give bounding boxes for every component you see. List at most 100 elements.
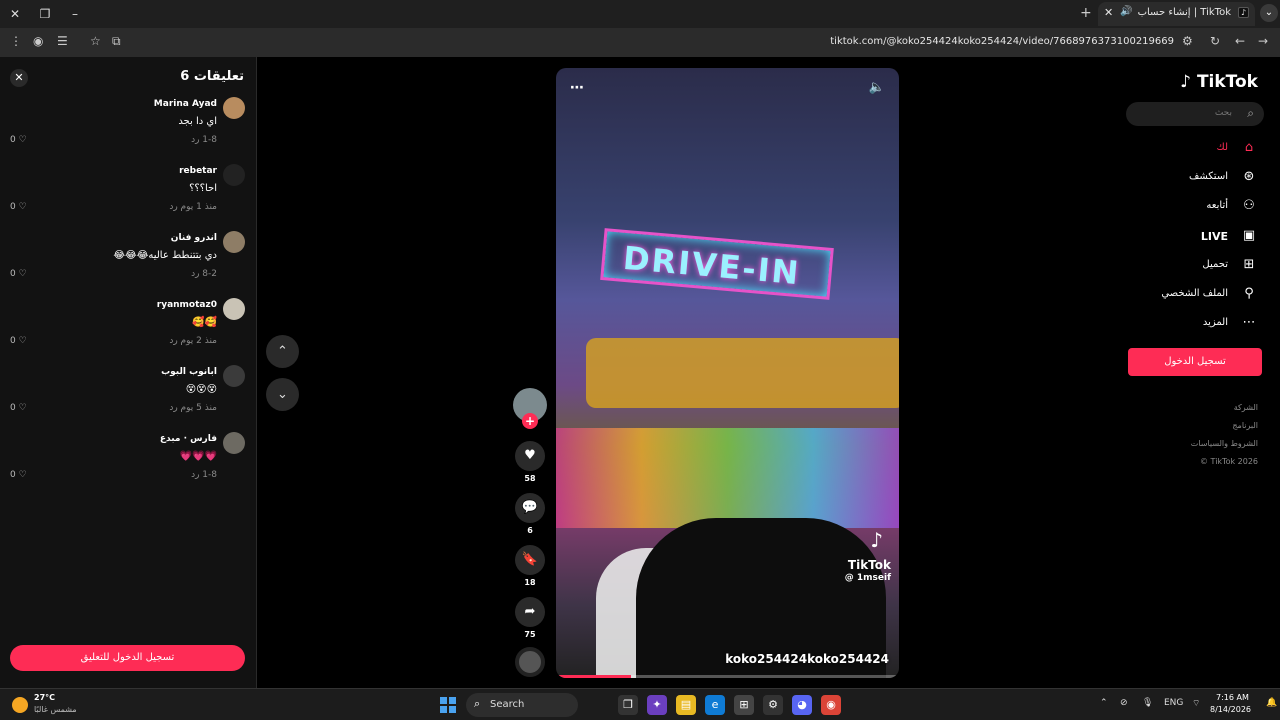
heart-icon[interactable]: ♥ xyxy=(515,441,545,471)
comment-like[interactable]: 0 ♡ xyxy=(10,403,27,413)
video-author[interactable]: koko254424koko254424 xyxy=(725,652,889,666)
footer-terms-link[interactable]: الشروط والسياسات xyxy=(1191,439,1258,448)
heart-outline-icon[interactable]: ♡ xyxy=(19,202,27,212)
weather-temperature[interactable]: 27°C xyxy=(34,693,55,702)
comment-like[interactable]: 0 ♡ xyxy=(10,269,27,279)
forward-icon[interactable]: ← xyxy=(1235,34,1245,48)
browser-tab[interactable]: ✕ 🔊 إنشاء حساب | TikTok ♪ xyxy=(1098,2,1255,26)
nav-upload[interactable]: تحميل ⊞ xyxy=(1140,256,1260,276)
avatar[interactable] xyxy=(223,97,245,119)
chevron-up-icon[interactable]: ⌃ xyxy=(1100,698,1108,708)
close-window-icon[interactable]: ✕ xyxy=(6,5,24,23)
like-action[interactable]: ♥ 58 xyxy=(512,441,548,483)
site-settings-icon[interactable]: ⚙ xyxy=(1182,34,1193,48)
footer-program-link[interactable]: البرنامج xyxy=(1232,421,1258,430)
avatar[interactable] xyxy=(223,365,245,387)
comment-meta[interactable]: منذ 2 يوم رد xyxy=(169,336,217,346)
share-action[interactable]: ➦ 75 xyxy=(512,597,548,639)
profile-icon[interactable]: ◉ xyxy=(33,34,43,48)
comment-meta[interactable]: 1-8 رد xyxy=(191,470,217,480)
music-disc-icon[interactable] xyxy=(515,647,545,677)
discord-icon[interactable]: ◕ xyxy=(792,695,812,715)
comment-like[interactable]: 0 ♡ xyxy=(10,135,27,145)
copilot-icon[interactable]: ✦ xyxy=(647,695,667,715)
network-off-icon[interactable]: ⊘ xyxy=(1120,698,1128,708)
comment-username[interactable]: اندرو فنان xyxy=(171,233,217,243)
comment-meta[interactable]: 1-8 رد xyxy=(191,135,217,145)
bookmark-star-icon[interactable]: ☆ xyxy=(90,34,101,48)
save-action[interactable]: 🔖 18 xyxy=(512,545,548,587)
comment-bubble-icon[interactable]: 💬 xyxy=(515,493,545,523)
reload-icon[interactable]: ↻ xyxy=(1210,34,1220,48)
minimize-window-icon[interactable]: – xyxy=(66,5,84,23)
nav-explore[interactable]: استكشف ⊛ xyxy=(1140,168,1260,188)
nav-profile[interactable]: الملف الشخصي ⚲ xyxy=(1140,285,1260,305)
windows-start-icon[interactable] xyxy=(440,697,456,713)
video-player[interactable]: DRIVE-IN ⋯ 🔈 ♪ TikTok @ 1mseif koko25442… xyxy=(556,68,899,678)
share-arrow-icon[interactable]: ➦ xyxy=(515,597,545,627)
heart-outline-icon[interactable]: ♡ xyxy=(19,470,27,480)
search-input[interactable]: بحث ⌕ xyxy=(1126,102,1264,126)
reading-list-icon[interactable]: ☰ xyxy=(57,34,68,48)
comment-username[interactable]: ryanmotaz0 xyxy=(157,300,217,310)
wifi-icon[interactable]: ⌔ xyxy=(1192,698,1200,709)
comment-action[interactable]: 💬 6 xyxy=(512,493,548,535)
avatar[interactable] xyxy=(223,298,245,320)
tab-close-icon[interactable]: ✕ xyxy=(1104,6,1113,19)
file-explorer-icon[interactable]: ▤ xyxy=(676,695,696,715)
comment-username[interactable]: ابانوب البوب xyxy=(161,367,217,377)
follow-plus-icon[interactable]: + xyxy=(522,413,538,429)
heart-outline-icon[interactable]: ♡ xyxy=(19,403,27,413)
taskbar-search[interactable]: ⌕ Search xyxy=(466,693,578,717)
chrome-icon[interactable]: ◉ xyxy=(821,695,841,715)
store-icon[interactable]: ⊞ xyxy=(734,695,754,715)
footer-company-link[interactable]: الشركة xyxy=(1234,403,1258,412)
previous-video-button[interactable]: ⌃ xyxy=(266,335,299,368)
language-indicator[interactable]: ENG xyxy=(1164,698,1183,708)
search-icon[interactable]: ⌕ xyxy=(1247,106,1254,121)
comment-username[interactable]: Marina Ayad xyxy=(154,99,217,109)
comment-username[interactable]: فارس · مبدع xyxy=(160,434,217,444)
tiktok-logo[interactable]: ♪ TikTok xyxy=(1180,72,1258,92)
nav-more[interactable]: المزيد ⋯ xyxy=(1140,314,1260,334)
clock-date[interactable]: 8/14/2026 xyxy=(1210,705,1251,714)
comment-like[interactable]: 0 ♡ xyxy=(10,470,27,480)
menu-icon[interactable]: ⋮ xyxy=(10,34,22,48)
comment-like[interactable]: 0 ♡ xyxy=(10,202,27,212)
settings-gear-icon[interactable]: ⚙ xyxy=(763,695,783,715)
notifications-icon[interactable]: 🔔 xyxy=(1266,698,1277,708)
login-to-comment-button[interactable]: تسجيل الدخول للتعليق xyxy=(10,645,245,671)
nav-for-you[interactable]: لك ⌂ xyxy=(1140,139,1260,159)
heart-outline-icon[interactable]: ♡ xyxy=(19,135,27,145)
avatar[interactable] xyxy=(223,164,245,186)
volume-icon[interactable]: 🔈 xyxy=(869,80,885,95)
heart-outline-icon[interactable]: ♡ xyxy=(19,336,27,346)
more-options-icon[interactable]: ⋯ xyxy=(570,80,584,96)
microphone-icon[interactable]: 🎙 xyxy=(1142,698,1153,708)
task-view-icon[interactable]: ❐ xyxy=(618,695,638,715)
url-field[interactable]: tiktok.com/@koko254424koko254424/video/7… xyxy=(830,36,1174,47)
tab-search-icon[interactable]: ⌄ xyxy=(1260,4,1278,22)
new-tab-button[interactable]: + xyxy=(1080,5,1092,21)
comment-meta[interactable]: منذ 1 يوم رد xyxy=(169,202,217,212)
comment-like[interactable]: 0 ♡ xyxy=(10,336,27,346)
bookmark-icon[interactable]: 🔖 xyxy=(515,545,545,575)
restore-window-icon[interactable]: ❐ xyxy=(36,5,54,23)
nav-live[interactable]: LIVE ▣ xyxy=(1140,227,1260,247)
avatar[interactable] xyxy=(223,432,245,454)
weather-sun-icon[interactable] xyxy=(12,697,28,713)
tab-audio-icon[interactable]: 🔊 xyxy=(1120,6,1132,17)
avatar[interactable] xyxy=(223,231,245,253)
clock-time[interactable]: 7:16 AM xyxy=(1216,693,1249,702)
back-icon[interactable]: → xyxy=(1258,34,1268,48)
nav-following[interactable]: أتابعه ⚇ xyxy=(1140,197,1260,217)
weather-description[interactable]: مشمس غالبًا xyxy=(34,705,77,714)
login-button[interactable]: تسجيل الدخول xyxy=(1128,348,1262,376)
video-progress-bar[interactable] xyxy=(556,675,899,678)
install-app-icon[interactable]: ⧉ xyxy=(112,34,121,49)
comment-username[interactable]: rebetar xyxy=(179,166,217,176)
edge-icon[interactable]: e xyxy=(705,695,725,715)
comment-meta[interactable]: منذ 5 يوم رد xyxy=(169,403,217,413)
close-comments-icon[interactable]: ✕ xyxy=(10,69,28,87)
heart-outline-icon[interactable]: ♡ xyxy=(19,269,27,279)
